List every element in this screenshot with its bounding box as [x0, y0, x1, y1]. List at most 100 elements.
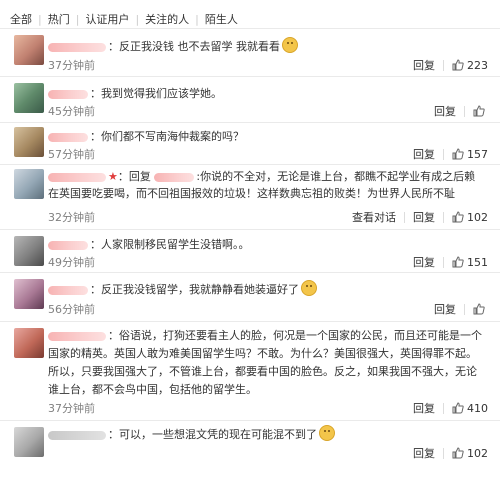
like-button[interactable]	[473, 303, 488, 315]
reply-button[interactable]: 回复	[413, 400, 435, 416]
comment-actions: 回复 151	[413, 254, 488, 270]
comment-item: ：人家限制移民留学生没错啊。。 49分钟前 回复 151	[0, 229, 500, 272]
comment-body: ：反正我没钱 也不去留学 我就看看	[48, 37, 486, 55]
avatar[interactable]	[14, 427, 44, 457]
reply-button[interactable]: 回复	[413, 254, 435, 270]
comment-body: ：俗语说，打狗还要看主人的脸，何况是一个国家的公民，而且还可能是一个国家的精英。…	[48, 327, 486, 399]
like-button[interactable]: 102	[452, 211, 488, 224]
comment-filter-tabs: 全部 | 热门 | 认证用户 | 关注的人 | 陌生人	[10, 10, 244, 28]
comment-time: 37分钟前	[48, 59, 95, 72]
avatar[interactable]	[14, 35, 44, 65]
thumbs-up-icon	[452, 148, 464, 160]
like-count: 151	[467, 255, 488, 269]
comment-time: 49分钟前	[48, 256, 95, 269]
member-star-icon: ★	[108, 170, 118, 183]
username[interactable]	[48, 331, 106, 341]
comment-text: ：反正我没钱 也不去留学 我就看看	[108, 40, 280, 53]
avatar[interactable]	[14, 83, 44, 113]
like-count: 102	[467, 210, 488, 224]
action-divider	[464, 105, 465, 117]
comment-body: ：我到觉得我们应该学她。	[48, 85, 486, 102]
comment-item: ：反正我没钱留学，我就静静看她装逼好了 56分钟前 回复	[0, 272, 500, 321]
action-divider	[443, 148, 444, 160]
thumbs-up-icon	[452, 256, 464, 268]
cat-emoji-icon	[282, 37, 298, 53]
reply-button[interactable]: 回复	[413, 209, 435, 225]
reply-button[interactable]: 回复	[434, 301, 456, 317]
like-button[interactable]: 151	[452, 256, 488, 269]
cat-emoji-icon	[319, 425, 335, 441]
username[interactable]	[48, 240, 88, 250]
comment-item: ：俗语说，打狗还要看主人的脸，何况是一个国家的公民，而且还可能是一个国家的精英。…	[0, 321, 500, 420]
comment-item: ：你们都不写南海仲裁案的吗？ 57分钟前 回复 157	[0, 122, 500, 164]
thumbs-up-icon	[473, 303, 485, 315]
like-count: 102	[467, 446, 488, 460]
avatar[interactable]	[14, 328, 44, 358]
thumbs-up-icon	[452, 447, 464, 459]
like-button[interactable]: 157	[452, 148, 488, 161]
comment-item: ：反正我没钱 也不去留学 我就看看 37分钟前 回复 223	[0, 28, 500, 76]
like-count: 223	[467, 58, 488, 72]
cat-emoji-icon	[301, 280, 317, 296]
avatar[interactable]	[14, 127, 44, 157]
username[interactable]	[48, 42, 106, 52]
avatar[interactable]	[14, 279, 44, 309]
avatar[interactable]	[14, 236, 44, 266]
reply-target-username[interactable]	[154, 172, 195, 182]
comment-actions: 回复	[434, 301, 488, 317]
comment-list: ：反正我没钱 也不去留学 我就看看 37分钟前 回复 223 ：我到觉得我们应该…	[0, 28, 500, 481]
username[interactable]	[48, 132, 88, 142]
comment-body: ：人家限制移民留学生没错啊。。	[48, 236, 486, 253]
comment-actions: 回复	[434, 103, 488, 119]
avatar[interactable]	[14, 169, 44, 199]
action-divider	[443, 256, 444, 268]
action-divider	[443, 447, 444, 459]
reply-button[interactable]: 回复	[434, 103, 456, 119]
comment-item: ：可以，一些想混文凭的现在可能混不到了 回复 102	[0, 420, 500, 481]
like-button[interactable]: 223	[452, 59, 488, 72]
username[interactable]	[48, 172, 106, 182]
comment-text: ：你们都不写南海仲裁案的吗？	[90, 130, 244, 143]
username[interactable]	[48, 285, 88, 295]
like-button[interactable]: 102	[452, 447, 488, 460]
view-dialog-button[interactable]: 查看对话	[352, 209, 396, 225]
reply-button[interactable]: 回复	[413, 57, 435, 73]
comment-text: ：可以，一些想混文凭的现在可能混不到了	[108, 428, 317, 441]
reply-button[interactable]: 回复	[413, 445, 435, 461]
comment-actions: 回复 223	[413, 57, 488, 73]
comment-text: ：俗语说，打狗还要看主人的脸，何况是一个国家的公民，而且还可能是一个国家的精英。…	[48, 329, 482, 396]
comment-time: 57分钟前	[48, 148, 95, 161]
reply-button[interactable]: 回复	[413, 146, 435, 162]
tab-all[interactable]: 全部	[10, 11, 38, 27]
comment-body: ：可以，一些想混文凭的现在可能混不到了	[48, 425, 486, 443]
like-count: 157	[467, 147, 488, 161]
comment-item: ★：回复 :你说的不全对，无论是谁上台，都瞧不起学业有成之后赖在英国要吃要喝，而…	[0, 164, 500, 229]
like-button[interactable]: 410	[452, 402, 488, 415]
action-divider	[443, 59, 444, 71]
username[interactable]	[48, 430, 106, 440]
tab-hot[interactable]: 热门	[42, 11, 76, 27]
thumbs-up-icon	[452, 59, 464, 71]
comment-time: 37分钟前	[48, 402, 95, 415]
reply-prefix: 回复	[128, 170, 151, 183]
action-divider	[404, 211, 405, 223]
comment-time: 56分钟前	[48, 303, 95, 316]
comment-time: 32分钟前	[48, 211, 95, 224]
comment-item: ：我到觉得我们应该学她。 45分钟前 回复	[0, 76, 500, 122]
like-button[interactable]	[473, 105, 488, 117]
comment-time: 45分钟前	[48, 105, 95, 118]
tab-following[interactable]: 关注的人	[139, 11, 195, 27]
comment-text: ：我到觉得我们应该学她。	[90, 87, 222, 100]
like-count: 410	[467, 401, 488, 415]
comment-actions: 回复 157	[413, 146, 488, 162]
comment-text: ：人家限制移民留学生没错啊。。	[90, 238, 250, 251]
tab-verified-users[interactable]: 认证用户	[79, 11, 135, 27]
action-divider	[443, 211, 444, 223]
username[interactable]	[48, 89, 88, 99]
thumbs-up-icon	[473, 105, 485, 117]
action-divider	[464, 303, 465, 315]
comment-body: ：你们都不写南海仲裁案的吗？	[48, 128, 486, 145]
tab-strangers[interactable]: 陌生人	[199, 11, 244, 27]
action-divider	[443, 402, 444, 414]
comment-body: ：反正我没钱留学，我就静静看她装逼好了	[48, 280, 486, 298]
